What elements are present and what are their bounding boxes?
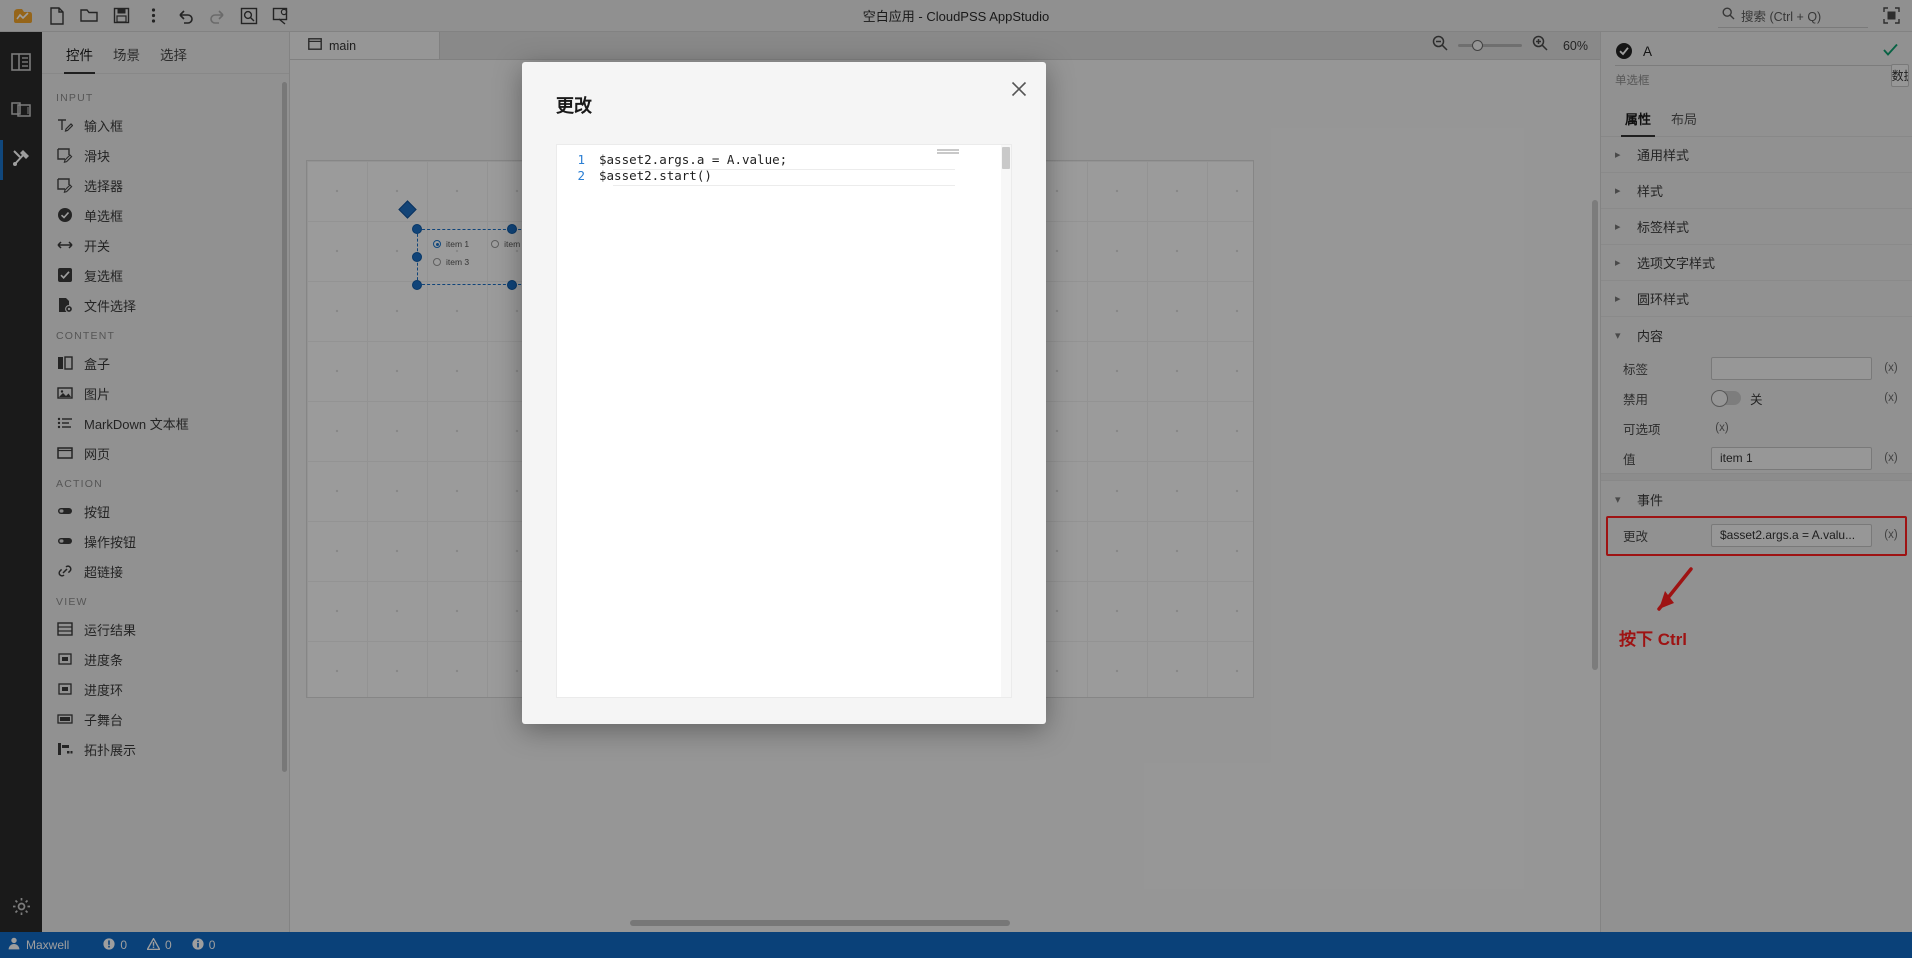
line-number: 1 (577, 152, 585, 167)
change-event-dialog: 更改 1 $asset2.args.a = A.value; 2 $asset2… (522, 62, 1046, 724)
line-number: 2 (577, 168, 585, 183)
line-code[interactable]: $asset2.args.a = A.value; (599, 152, 787, 167)
close-icon[interactable] (1006, 76, 1032, 102)
app-root: 空白应用 - CloudPSS AppStudio 搜索 (Ctrl + Q) (0, 0, 1912, 958)
editor-scroll-thumb[interactable] (1002, 147, 1010, 169)
dialog-title: 更改 (556, 96, 592, 116)
code-line-underline (613, 169, 955, 170)
modal-layer: 更改 1 $asset2.args.a = A.value; 2 $asset2… (0, 0, 1912, 958)
code-line: 2 $asset2.start() (557, 168, 1011, 184)
editor-minimap[interactable] (937, 149, 959, 155)
code-line-underline (613, 185, 955, 186)
code-editor[interactable]: 1 $asset2.args.a = A.value; 2 $asset2.st… (556, 144, 1012, 698)
editor-scrollbar[interactable] (1001, 145, 1011, 697)
line-code[interactable]: $asset2.start() (599, 168, 712, 183)
